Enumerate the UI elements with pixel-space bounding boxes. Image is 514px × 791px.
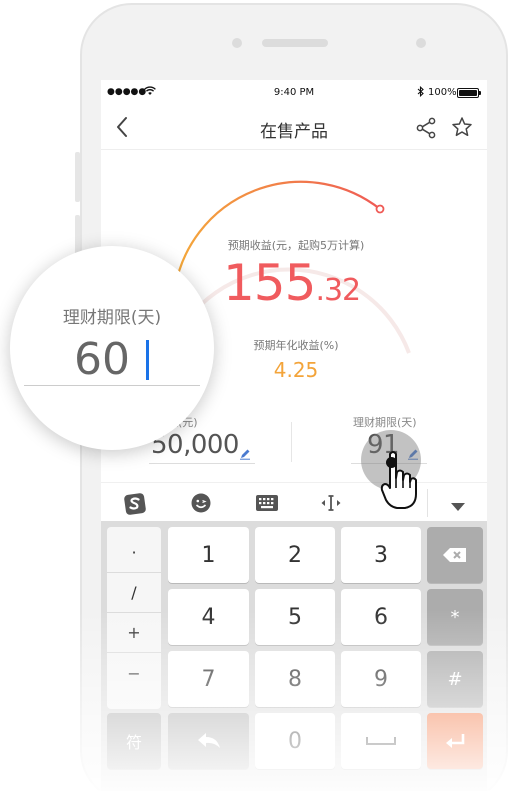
key-dot[interactable]: · (107, 533, 161, 573)
magnifier-label: 理财期限(天) (62, 308, 162, 328)
key-6[interactable]: 6 (341, 589, 421, 645)
emoji-icon[interactable] (190, 492, 212, 518)
key-0[interactable]: 0 (255, 713, 335, 769)
ime-toolbar (101, 482, 487, 522)
collapse-icon[interactable] (450, 497, 466, 516)
status-bar: ●●●●● 9:40 PM 100% (101, 80, 487, 104)
key-9[interactable]: 9 (341, 651, 421, 707)
expected-income-value: 155.32 (223, 254, 361, 312)
nav-bar: 在售产品 (101, 104, 487, 150)
phone-sensor (416, 38, 426, 48)
magnifier-callout: 理财期限(天) 60 (10, 246, 214, 450)
space-icon (366, 737, 396, 745)
backspace-key[interactable] (427, 527, 483, 583)
return-key[interactable] (168, 713, 249, 769)
key-2[interactable]: 2 (255, 527, 335, 583)
sogou-icon[interactable] (123, 492, 147, 520)
backspace-icon (443, 548, 466, 562)
star-icon[interactable] (451, 116, 473, 142)
key-hash[interactable]: # (427, 651, 483, 707)
magnifier-underline (24, 385, 200, 386)
key-minus[interactable]: − (107, 653, 161, 693)
key-7[interactable]: 7 (168, 651, 249, 707)
phone-side-button (75, 152, 80, 202)
key-5[interactable]: 5 (255, 589, 335, 645)
return-icon (197, 733, 220, 748)
enter-icon (446, 734, 465, 748)
arc-end-dot (375, 204, 385, 214)
numeric-keyboard: · / + − 1 2 3 4 5 6 * 7 8 9 # 符 0 (101, 521, 487, 791)
key-3[interactable]: 3 (341, 527, 421, 583)
cursor-icon[interactable] (319, 495, 343, 515)
key-asterisk[interactable]: * (427, 589, 483, 645)
field-divider (291, 422, 292, 462)
battery-icon (457, 88, 481, 98)
key-8[interactable]: 8 (255, 651, 335, 707)
space-key[interactable] (341, 713, 421, 769)
key-fu[interactable]: 符 (107, 713, 161, 769)
toolbar-divider (427, 489, 428, 517)
symbol-column: · / + − (107, 527, 161, 709)
expected-income-decimal: .32 (315, 273, 361, 308)
annual-rate-value: 4.25 (273, 358, 319, 382)
stage: { "status_bar": { "signal": "●●●●●", "ti… (0, 0, 514, 791)
text-caret (146, 340, 149, 380)
expected-income-int: 155 (223, 254, 316, 312)
enter-key[interactable] (427, 713, 483, 769)
key-4[interactable]: 4 (168, 589, 249, 645)
key-1[interactable]: 1 (168, 527, 249, 583)
phone-camera (232, 38, 242, 48)
battery-percent: 100% (428, 87, 457, 98)
pen-icon[interactable] (239, 445, 251, 464)
amount-underline (149, 463, 255, 464)
term-label: 理财期限(天) (353, 416, 417, 429)
annual-rate-label: 预期年化收益(%) (253, 339, 339, 352)
bluetooth-icon (417, 85, 425, 100)
magnifier-value: 60 (74, 334, 130, 385)
key-plus[interactable]: + (107, 613, 161, 653)
key-slash[interactable]: / (107, 573, 161, 613)
phone-speaker (262, 39, 328, 47)
touch-point (386, 457, 397, 468)
share-icon[interactable] (415, 117, 437, 143)
expected-income-label: 预期收益(元，起购5万计算) (227, 239, 365, 252)
keyboard-icon[interactable] (255, 494, 279, 516)
